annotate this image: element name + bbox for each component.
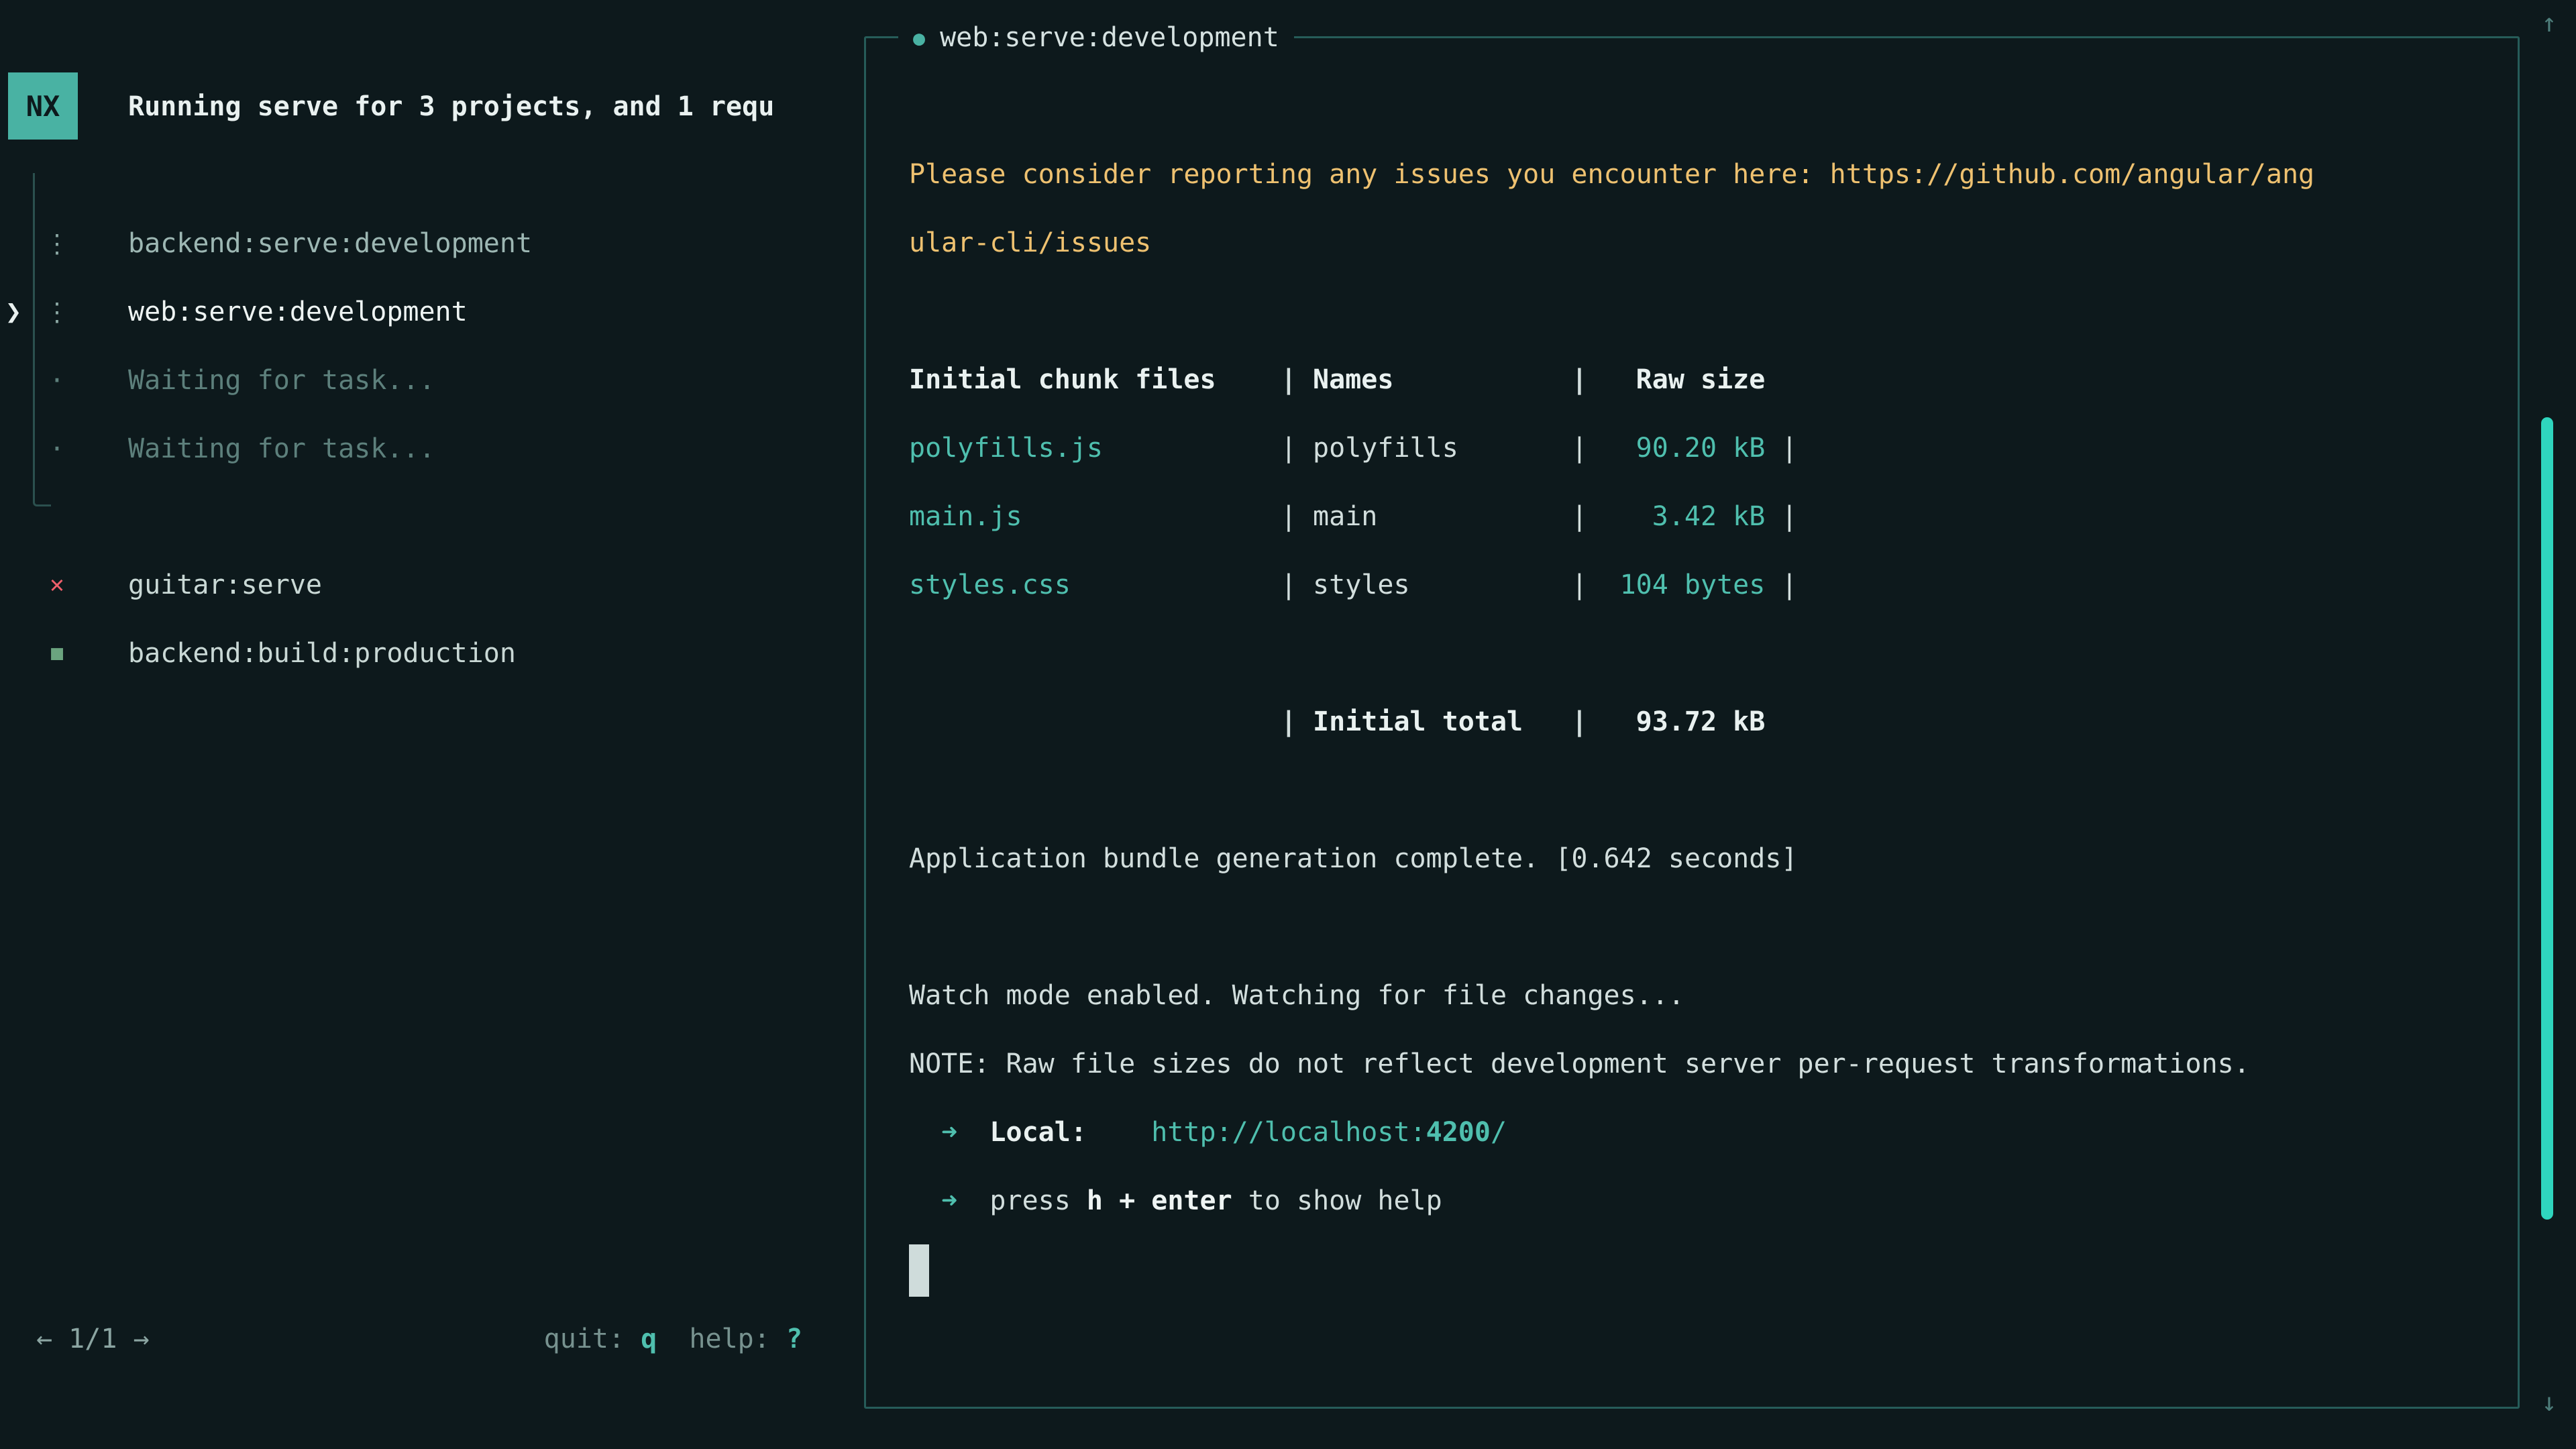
chunk-size: 104 bytes (1604, 551, 1766, 619)
initial-total-row: |Initial total|93.72 kB (909, 688, 2453, 756)
message-text: NOTE: Raw file sizes do not reflect deve… (909, 1049, 2250, 1079)
header-raw-size: Raw size (1604, 345, 1766, 414)
local-label: Local: (989, 1117, 1087, 1148)
table-separator: | (1781, 482, 1797, 551)
scroll-up-icon: ↑ (2532, 7, 2567, 39)
total-size: 93.72 kB (1604, 688, 1766, 756)
local-url-line: ➜ Local: http://localhost:4200/ (909, 1098, 2453, 1167)
help-key: ? (786, 1324, 802, 1354)
chunk-name: styles (1313, 551, 1555, 619)
table-separator: | (1571, 414, 1587, 482)
blank-line (909, 619, 2453, 688)
notice-line-2: ular-cli/issues (909, 209, 2453, 277)
chunk-name: polyfills (1313, 414, 1555, 482)
task-row-waiting-1[interactable]: · Waiting for task... (0, 346, 859, 415)
notice-line-1: Please consider reporting any issues you… (909, 140, 2453, 209)
table-separator: | (1281, 551, 1297, 619)
app-title: Running serve for 3 projects, and 1 requ (128, 91, 861, 123)
help-suffix: to show help (1232, 1185, 1442, 1216)
running-task-list: ⋮ backend:serve:development ❯ ⋮ web:serve:d… (0, 209, 859, 483)
cursor-line (909, 1235, 2453, 1303)
panel-title-text: web:serve:development (940, 22, 1279, 53)
chunk-name: main (1313, 482, 1555, 551)
help-hint-line: ➜ press h + enter to show help (909, 1167, 2453, 1235)
local-url-link[interactable]: http://localhost:4200/ (1151, 1117, 1507, 1148)
scroll-down-icon: ↓ (2532, 1386, 2567, 1418)
task-label: guitar:serve (128, 551, 322, 619)
terminal-output: Please consider reporting any issues you… (909, 140, 2453, 1303)
help-keys: h + enter (1087, 1185, 1232, 1216)
help-hint-label: help: (689, 1324, 769, 1354)
blank-line (909, 756, 2453, 824)
help-prefix: press (989, 1185, 1087, 1216)
message-text: Watch mode enabled. Watching for file ch… (909, 980, 1684, 1011)
table-separator: | (1281, 345, 1297, 414)
task-row-backend-build[interactable]: ■ backend:build:production (0, 619, 859, 688)
chunk-file: main.js (909, 482, 1265, 551)
chunk-size: 3.42 kB (1604, 482, 1766, 551)
url-prefix: http://localhost: (1151, 1117, 1426, 1148)
bundle-complete-message: Application bundle generation complete. … (909, 824, 2453, 893)
total-label: Initial total (1313, 688, 1555, 756)
blank-line (909, 893, 2453, 961)
status-dot-icon: ● (913, 27, 925, 50)
note-message: NOTE: Raw file sizes do not reflect deve… (909, 1030, 2453, 1098)
stopped-square-icon: ■ (40, 619, 74, 688)
watch-mode-message: Watch mode enabled. Watching for file ch… (909, 961, 2453, 1030)
table-separator: | (1571, 551, 1587, 619)
chunk-table-row: main.js|main|3.42 kB| (909, 482, 2453, 551)
task-label: web:serve:development (128, 278, 468, 346)
url-suffix: / (1491, 1117, 1507, 1148)
task-row-waiting-2[interactable]: · Waiting for task... (0, 415, 859, 483)
table-separator: | (1571, 482, 1587, 551)
chunk-table-row: polyfills.js|polyfills|90.20 kB| (909, 414, 2453, 482)
blank-line (909, 277, 2453, 345)
task-label: Waiting for task... (128, 415, 435, 483)
other-task-list: ✕ guitar:serve ■ backend:build:production (0, 551, 859, 688)
chunk-size: 90.20 kB (1604, 414, 1766, 482)
spinner-icon: ⋮ (40, 209, 74, 278)
table-separator: | (1281, 414, 1297, 482)
selected-caret-icon: ❯ (5, 278, 21, 346)
table-separator: | (1781, 414, 1797, 482)
quit-key: q (641, 1324, 657, 1354)
notice-text: ular-cli/issues (909, 227, 1151, 258)
panel-title: ● web:serve:development (898, 18, 1294, 57)
header-names: Names (1313, 345, 1555, 414)
task-row-backend-serve[interactable]: ⋮ backend:serve:development (0, 209, 859, 278)
chunk-file: polyfills.js (909, 414, 1265, 482)
quit-hint-label: quit: (544, 1324, 625, 1354)
output-panel: ●web:serve:development Please consider r… (864, 36, 2520, 1409)
scrollbar-thumb[interactable] (2541, 417, 2553, 1220)
spinner-icon: ⋮ (40, 278, 74, 346)
waiting-dot-icon: · (40, 415, 74, 483)
task-label: backend:build:production (128, 619, 516, 688)
chunk-table-header: Initial chunk files|Names|Raw size (909, 345, 2453, 414)
url-port: 4200 (1426, 1117, 1491, 1148)
footer-key-hints: quit: q help:? (0, 1323, 802, 1355)
arrow-icon: ➜ (941, 1185, 957, 1216)
table-separator: | (1571, 345, 1587, 414)
error-x-icon: ✕ (40, 551, 74, 619)
task-label: Waiting for task... (128, 346, 435, 415)
notice-text: Please consider reporting any issues you… (909, 159, 2314, 190)
table-separator: | (1281, 482, 1297, 551)
arrow-icon: ➜ (941, 1117, 957, 1148)
header-chunk-files: Initial chunk files (909, 345, 1265, 414)
message-text: Application bundle generation complete. … (909, 843, 1798, 874)
chunk-file: styles.css (909, 551, 1265, 619)
table-separator: | (1781, 551, 1797, 619)
chunk-table-row: styles.css|styles|104 bytes| (909, 551, 2453, 619)
task-row-guitar-serve[interactable]: ✕ guitar:serve (0, 551, 859, 619)
task-label: backend:serve:development (128, 209, 532, 278)
table-separator: | (1281, 688, 1297, 756)
task-row-web-serve[interactable]: ❯ ⋮ web:serve:development (0, 278, 859, 346)
table-separator: | (1571, 688, 1587, 756)
waiting-dot-icon: · (40, 346, 74, 415)
terminal-cursor (909, 1244, 929, 1297)
nx-logo-badge: NX (8, 72, 78, 140)
